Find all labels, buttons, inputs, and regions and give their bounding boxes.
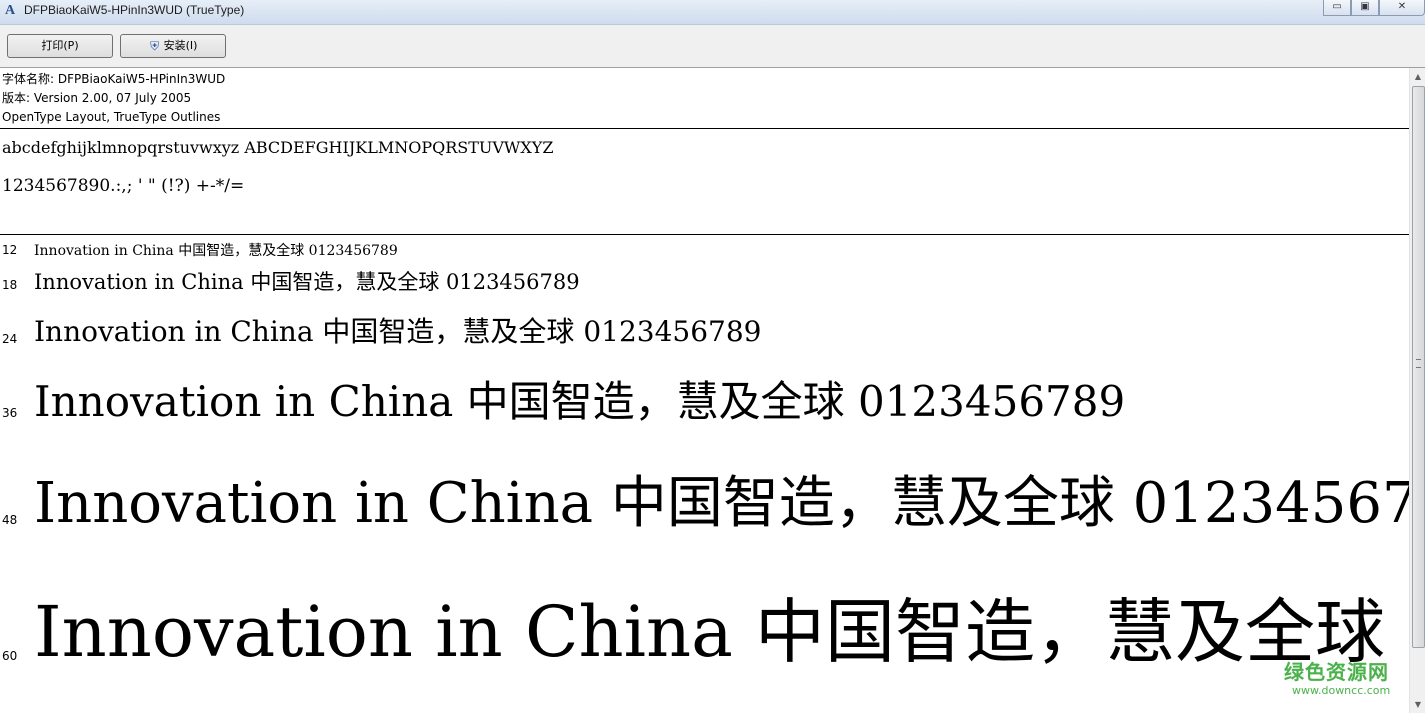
font-version-line: 版本: Version 2.00, 07 July 2005 — [2, 91, 192, 105]
divider — [0, 128, 1409, 129]
size-sample-text: Innovation in China 中国智造，慧及全球 0123456789 — [34, 270, 580, 294]
print-button-label: 打印(P) — [41, 39, 79, 52]
size-sample-text: Innovation in China 中国智造，慧及全球 0123456789 — [34, 315, 762, 348]
scroll-thumb[interactable] — [1412, 86, 1425, 648]
font-outline-line: OpenType Layout, TrueType Outlines — [2, 110, 221, 124]
window-title: DFPBiaoKaiW5-HPinIn3WUD (TrueType) — [24, 3, 245, 17]
size-label: 36 — [2, 406, 18, 420]
digits-sample: 1234567890.:,; ' " (!?) +-*/= — [2, 176, 245, 196]
size-sample-text: Innovation in China 中国智造，慧及全球 0123456789 — [34, 591, 1409, 673]
minimize-icon: ▭ — [1332, 1, 1342, 12]
scroll-down-arrow-icon[interactable]: ▼ — [1410, 696, 1425, 713]
font-info: 字体名称: DFPBiaoKaiW5-HPinIn3WUD 版本: Versio… — [2, 70, 225, 127]
vertical-scrollbar[interactable]: ▲ ▼ — [1409, 68, 1425, 713]
size-sample-text: Innovation in China 中国智造，慧及全球 0123456789 — [34, 243, 398, 259]
size-label: 12 — [2, 243, 18, 257]
minimize-button[interactable]: ▭ — [1323, 0, 1351, 16]
watermark-url: www.downcc.com — [1292, 684, 1391, 697]
close-icon: ✕ — [1397, 1, 1407, 12]
site-watermark: 绿色资源网 www.downcc.com — [1284, 660, 1409, 698]
caption-buttons: ▭ ▣ ✕ — [1323, 0, 1425, 16]
close-button[interactable]: ✕ — [1379, 0, 1425, 16]
size-sample-text: Innovation in China 中国智造，慧及全球 0123456789 — [34, 377, 1126, 426]
uac-shield-icon: ⛨ — [150, 38, 160, 53]
scroll-up-arrow-icon[interactable]: ▲ — [1410, 68, 1425, 85]
size-label: 24 — [2, 332, 18, 346]
toolbar: 打印(P) ⛨ 安装(I) — [0, 25, 1425, 68]
size-label: 60 — [2, 649, 18, 663]
font-viewer-window: A DFPBiaoKaiW5-HPinIn3WUD (TrueType) ▭ ▣… — [0, 0, 1425, 713]
watermark-title: 绿色资源网 — [1284, 660, 1389, 684]
font-name-line: 字体名称: DFPBiaoKaiW5-HPinIn3WUD — [2, 72, 226, 86]
size-label: 48 — [2, 513, 18, 527]
print-button[interactable]: 打印(P) — [7, 34, 113, 58]
divider — [0, 234, 1409, 235]
font-app-icon: A — [5, 3, 16, 18]
size-label: 18 — [2, 278, 18, 292]
font-preview-area[interactable]: 字体名称: DFPBiaoKaiW5-HPinIn3WUD 版本: Versio… — [0, 68, 1409, 713]
size-sample-text: Innovation in China 中国智造，慧及全球 0123456789 — [34, 471, 1409, 536]
install-button-label: 安装(I) — [163, 39, 198, 52]
scroll-grip-icon — [1416, 359, 1421, 368]
install-button[interactable]: ⛨ 安装(I) — [120, 34, 226, 58]
alphabet-sample: abcdefghijklmnopqrstuvwxyz ABCDEFGHIJKLM… — [2, 138, 554, 157]
maximize-button[interactable]: ▣ — [1351, 0, 1379, 16]
maximize-icon: ▣ — [1360, 1, 1370, 12]
title-bar[interactable]: A DFPBiaoKaiW5-HPinIn3WUD (TrueType) ▭ ▣… — [0, 0, 1425, 25]
